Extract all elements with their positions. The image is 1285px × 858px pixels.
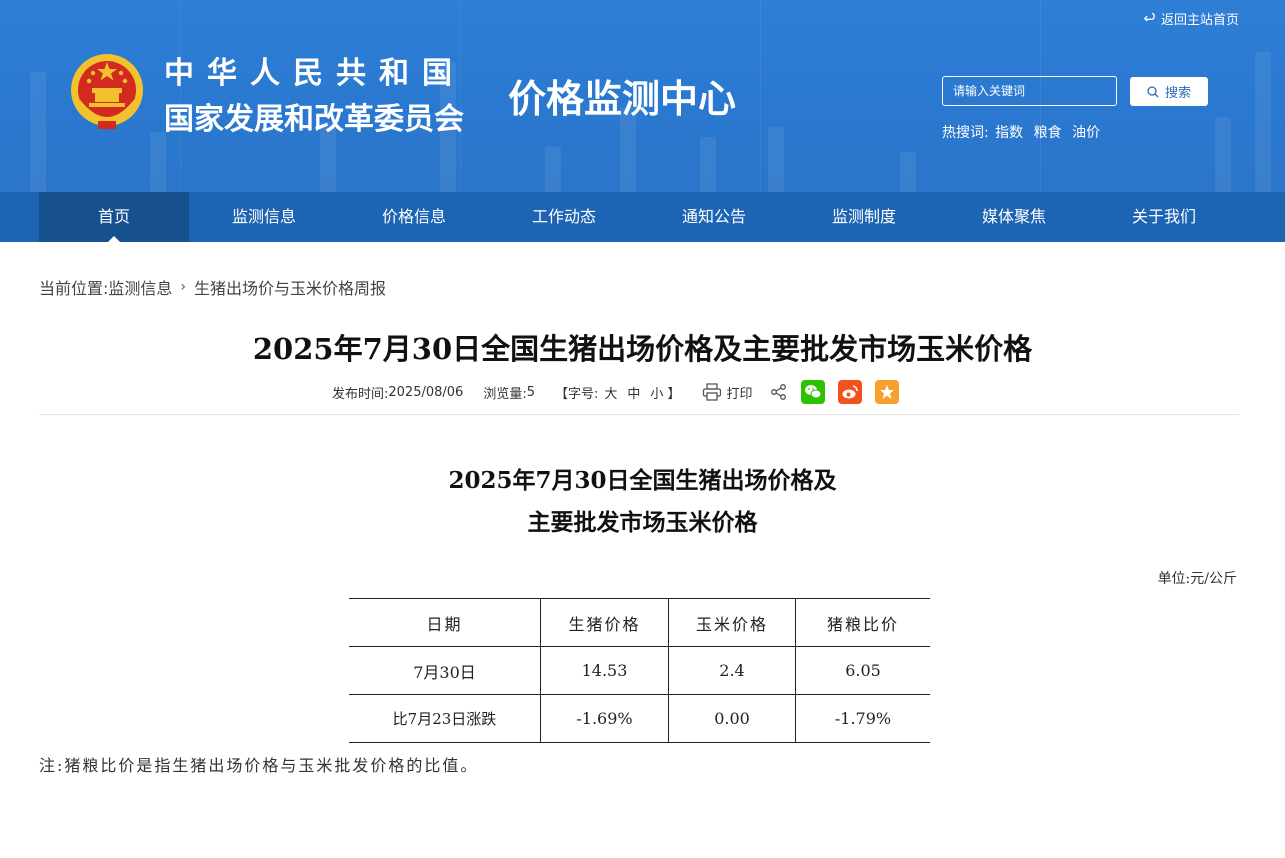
- chevron-right-icon: ›: [180, 279, 187, 295]
- national-emblem-icon: [71, 54, 143, 129]
- org-name-line1: 中华人民共和国: [164, 56, 465, 91]
- breadcrumb-item-monitoring-info[interactable]: 监测信息: [108, 275, 172, 299]
- publish-label: 发布时间:: [332, 386, 389, 402]
- hot-search: 热搜词: 指数 粮食 油价: [942, 122, 1106, 142]
- table-row: 比7月23日涨跌 -1.69% 0.00 -1.79%: [349, 694, 930, 743]
- search-icon: [1147, 85, 1159, 97]
- table-header: 生猪价格: [540, 598, 669, 647]
- divider: [39, 414, 1239, 415]
- search-button-label: 搜索: [1164, 86, 1191, 101]
- table-header: 日期: [349, 598, 541, 647]
- table-row: 7月30日 14.53 2.4 6.05: [349, 646, 930, 695]
- print-button[interactable]: 打印: [702, 383, 752, 402]
- article-title: 2025年7月30日全国生猪出场价格及主要批发市场玉米价格: [252, 332, 1033, 366]
- table-cell: 7月30日: [349, 646, 541, 695]
- article-meta: 发布时间: 2025/08/06 浏览量: 5 【字号: 大 中 小 】 打印: [332, 380, 900, 404]
- site-title: 价格监测中心: [508, 77, 737, 121]
- hot-search-term[interactable]: 指数: [995, 125, 1023, 141]
- printer-icon: [703, 383, 722, 401]
- back-home-label: 返回主站首页: [1160, 13, 1239, 28]
- breadcrumb-item-weekly-report[interactable]: 生猪出场价与玉米价格周报: [194, 275, 386, 299]
- breadcrumb-label: 当前位置:: [39, 279, 109, 298]
- back-home-link[interactable]: 返回主站首页: [1143, 9, 1239, 28]
- content-title-line2: 主要批发市场玉米价格: [527, 509, 758, 536]
- main-nav: 首页 监测信息 价格信息 工作动态 通知公告 监测制度 媒体聚焦 关于我们: [0, 192, 1285, 242]
- wechat-share-icon[interactable]: [801, 380, 826, 404]
- views-label: 浏览量:: [483, 386, 527, 402]
- views-count: 5: [526, 384, 535, 400]
- nav-item-monitoring-info[interactable]: 监测信息: [189, 192, 339, 242]
- font-size-medium[interactable]: 中: [627, 383, 640, 402]
- nav-item-about[interactable]: 关于我们: [1089, 192, 1239, 242]
- print-label: 打印: [726, 386, 753, 402]
- table-header-row: 日期 生猪价格 玉米价格 猪粮比价: [349, 598, 930, 647]
- nav-item-price-info[interactable]: 价格信息: [339, 192, 489, 242]
- font-size-large[interactable]: 大: [604, 383, 617, 402]
- share-icon[interactable]: [770, 383, 788, 401]
- table-cell: -1.69%: [540, 694, 669, 743]
- search-button[interactable]: 搜索: [1130, 77, 1208, 106]
- table-cell: 比7月23日涨跌: [349, 694, 541, 743]
- nav-item-notices[interactable]: 通知公告: [639, 192, 789, 242]
- table-cell: 2.4: [668, 646, 796, 695]
- nav-item-home[interactable]: 首页: [39, 192, 189, 242]
- hot-search-term[interactable]: 粮食: [1034, 125, 1062, 141]
- nav-item-work-news[interactable]: 工作动态: [489, 192, 639, 242]
- publish-date: 2025/08/06: [388, 384, 464, 400]
- font-size-label: 【字号:: [555, 386, 599, 402]
- hot-search-term[interactable]: 油价: [1072, 125, 1100, 141]
- footnote: 注:猪粮比价是指生猪出场价格与玉米批发价格的比值。: [39, 756, 479, 775]
- nav-item-monitoring-system[interactable]: 监测制度: [789, 192, 939, 242]
- font-size-close: 】: [667, 386, 681, 402]
- nav-item-media[interactable]: 媒体聚焦: [939, 192, 1089, 242]
- table-cell: -1.79%: [795, 694, 930, 743]
- table-cell: 6.05: [795, 646, 930, 695]
- table-header: 猪粮比价: [795, 598, 930, 647]
- content-title-line1: 2025年7月30日全国生猪出场价格及: [448, 467, 837, 494]
- org-name-line2: 国家发展和改革委员会: [164, 102, 464, 137]
- weibo-share-icon[interactable]: [838, 380, 863, 404]
- breadcrumb: 当前位置: 监测信息 › 生猪出场价与玉米价格周报: [39, 275, 386, 299]
- favorite-star-icon[interactable]: [875, 380, 900, 404]
- table-header: 玉米价格: [668, 598, 796, 647]
- table-cell: 14.53: [540, 646, 669, 695]
- hot-search-label: 热搜词:: [942, 125, 989, 141]
- price-table: 日期 生猪价格 玉米价格 猪粮比价 7月30日 14.53 2.4 6.05 比…: [349, 598, 930, 743]
- font-size-small[interactable]: 小: [650, 383, 663, 402]
- search-input[interactable]: [942, 76, 1117, 106]
- unit-label: 单位:元/公斤: [1157, 571, 1237, 587]
- return-icon: [1143, 12, 1155, 22]
- table-cell: 0.00: [668, 694, 796, 743]
- header-banner: 返回主站首页 中华人民共和国 国家发展和改革委员会 价格监测中心 搜索 热搜词:…: [0, 0, 1285, 192]
